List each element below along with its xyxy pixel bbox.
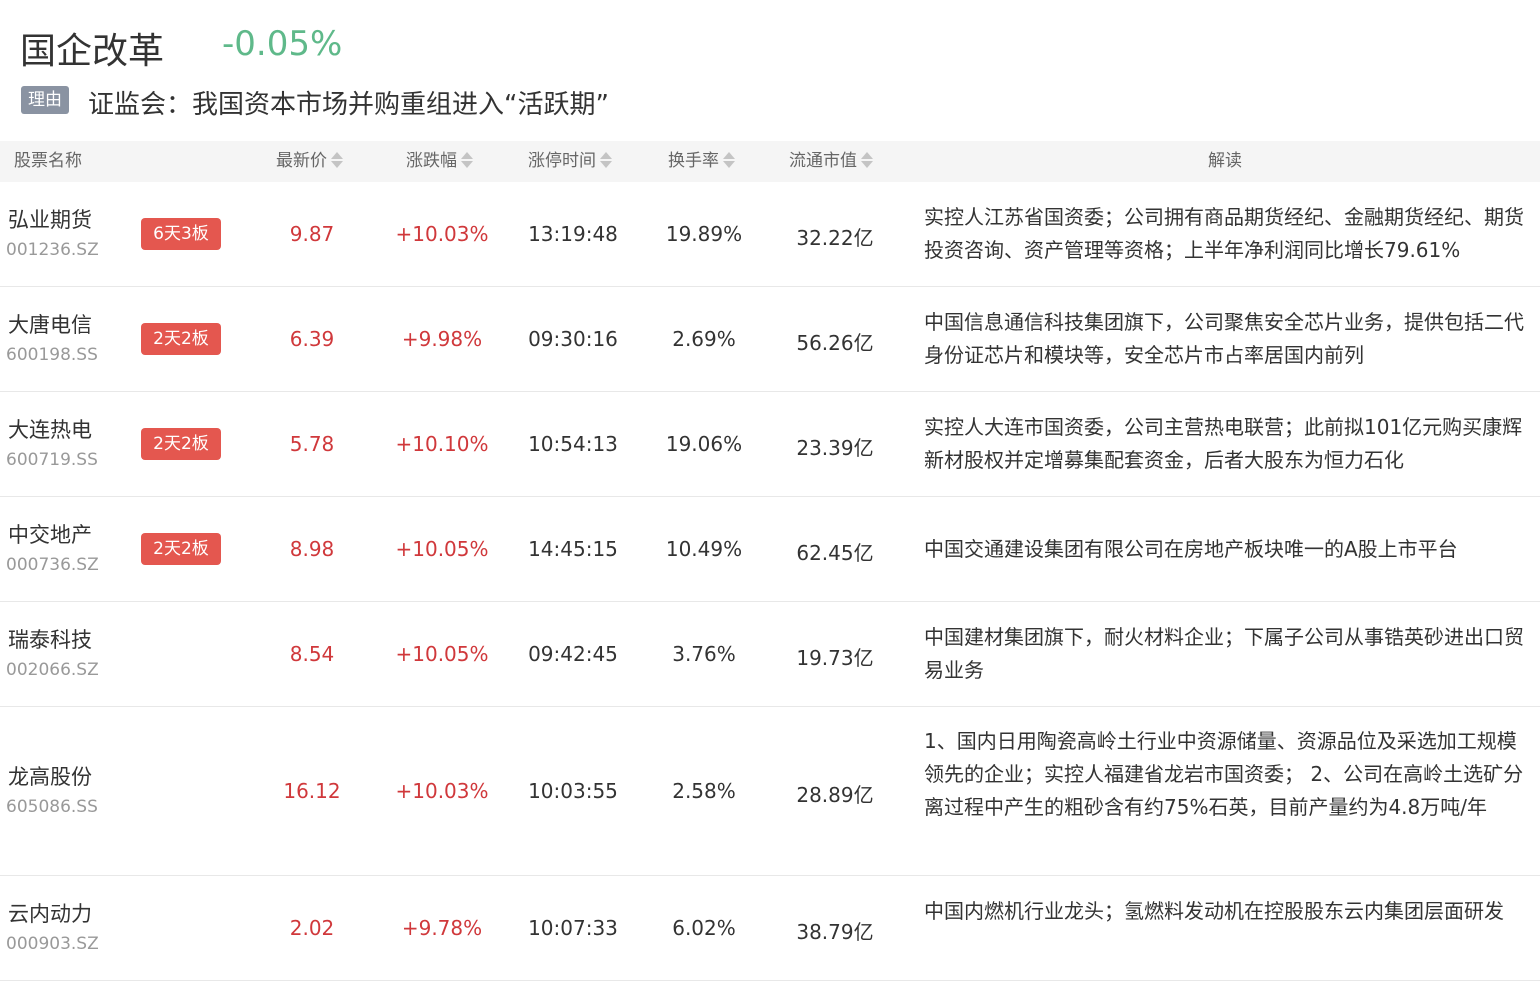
interpretation: 中国交通建设集团有限公司在房地产板块唯一的A股上市平台 xyxy=(924,537,1458,561)
sort-icon[interactable] xyxy=(331,151,343,169)
stock-name[interactable]: 大连热电 xyxy=(8,414,92,444)
column-turnover[interactable]: 换手率 xyxy=(668,141,735,182)
table-row[interactable]: 云内动力 000903.SZ 2.02 +9.78% 10:07:33 6.02… xyxy=(0,876,1540,981)
market-cap: 32.22亿 xyxy=(796,226,874,250)
table-row[interactable]: 大连热电 600719.SS 2天2板 5.78 +10.10% 10:54:1… xyxy=(0,392,1540,497)
change: +10.10% xyxy=(395,432,489,456)
price: 16.12 xyxy=(283,779,341,803)
limit-up-badge: 6天3板 xyxy=(141,218,221,250)
stock-name[interactable]: 云内动力 xyxy=(8,898,92,928)
market-cap: 19.73亿 xyxy=(796,646,874,670)
column-price[interactable]: 最新价 xyxy=(276,141,343,182)
limit-time: 09:42:45 xyxy=(528,642,618,666)
price: 6.39 xyxy=(289,327,335,351)
stock-name[interactable]: 瑞泰科技 xyxy=(8,624,92,654)
table-header: 股票名称 最新价 涨跌幅 涨停时间 换手率 流通市值 解读 xyxy=(0,141,1540,182)
change: +9.78% xyxy=(401,916,483,940)
interpretation: 中国内燃机行业龙头；氢燃料发动机在控股股东云内集团层面研发 xyxy=(924,899,1504,923)
market-cap: 56.26亿 xyxy=(796,331,874,355)
price: 2.02 xyxy=(289,916,335,940)
table-row[interactable]: 弘业期货 001236.SZ 6天3板 9.87 +10.03% 13:19:4… xyxy=(0,182,1540,287)
price: 9.87 xyxy=(289,222,335,246)
limit-up-badge: 2天2板 xyxy=(141,533,221,565)
stock-code: 000903.SZ xyxy=(6,934,99,954)
limit-up-badge: 2天2板 xyxy=(141,323,221,355)
price: 8.98 xyxy=(289,537,335,561)
turnover: 6.02% xyxy=(672,916,736,940)
table-row[interactable]: 大唐电信 600198.SS 2天2板 6.39 +9.98% 09:30:16… xyxy=(0,287,1540,392)
stock-name[interactable]: 龙高股份 xyxy=(8,761,92,791)
market-cap: 62.45亿 xyxy=(796,541,874,565)
stock-code: 600198.SS xyxy=(6,345,98,365)
sort-icon[interactable] xyxy=(461,151,473,169)
stock-code: 605086.SS xyxy=(6,797,98,817)
stock-code: 000736.SZ xyxy=(6,555,99,575)
stock-name[interactable]: 大唐电信 xyxy=(8,309,92,339)
turnover: 2.58% xyxy=(672,779,736,803)
market-cap: 38.79亿 xyxy=(796,920,874,944)
change: +10.05% xyxy=(395,642,489,666)
market-cap: 23.39亿 xyxy=(796,436,874,460)
limit-up-badge: 2天2板 xyxy=(141,428,221,460)
change: +10.03% xyxy=(395,222,489,246)
table-row[interactable]: 瑞泰科技 002066.SZ 8.54 +10.05% 09:42:45 3.7… xyxy=(0,602,1540,707)
stock-table-body: 弘业期货 001236.SZ 6天3板 9.87 +10.03% 13:19:4… xyxy=(0,182,1540,981)
column-interpretation: 解读 xyxy=(1208,151,1242,171)
turnover: 19.89% xyxy=(665,222,743,246)
reason-text: 证监会：我国资本市场并购重组进入“活跃期” xyxy=(88,90,609,120)
turnover: 10.49% xyxy=(665,537,743,561)
sector-name: 国企改革 xyxy=(20,31,165,72)
turnover: 19.06% xyxy=(665,432,743,456)
limit-time: 10:03:55 xyxy=(528,779,618,803)
sort-icon[interactable] xyxy=(600,151,612,169)
interpretation: 中国建材集团旗下，耐火材料企业；下属子公司从事锆英砂进出口贸易业务 xyxy=(924,625,1524,682)
column-change[interactable]: 涨跌幅 xyxy=(406,141,473,182)
interpretation: 实控人大连市国资委，公司主营热电联营；此前拟101亿元购买康辉新材股权并定增募集… xyxy=(924,415,1523,472)
stock-code: 001236.SZ xyxy=(6,240,99,260)
table-row[interactable]: 龙高股份 605086.SS 16.12 +10.03% 10:03:55 2.… xyxy=(0,707,1540,876)
limit-time: 10:07:33 xyxy=(528,916,618,940)
sector-change: -0.05% xyxy=(222,24,343,64)
stock-code: 002066.SZ xyxy=(6,660,99,680)
limit-time: 09:30:16 xyxy=(528,327,618,351)
change: +10.03% xyxy=(395,779,489,803)
column-stock-name: 股票名称 xyxy=(14,151,82,171)
sort-icon[interactable] xyxy=(861,151,873,169)
reason-badge: 理由 xyxy=(21,86,69,114)
change: +9.98% xyxy=(401,327,483,351)
price: 8.54 xyxy=(289,642,335,666)
sort-icon[interactable] xyxy=(723,151,735,169)
column-limit-time[interactable]: 涨停时间 xyxy=(528,141,612,182)
limit-time: 10:54:13 xyxy=(528,432,618,456)
market-cap: 28.89亿 xyxy=(796,783,874,807)
price: 5.78 xyxy=(289,432,335,456)
change: +10.05% xyxy=(395,537,489,561)
column-market-cap[interactable]: 流通市值 xyxy=(789,141,873,182)
interpretation: 1、国内日用陶瓷高岭土行业中资源储量、资源品位及采选加工规模领先的企业；实控人福… xyxy=(924,729,1524,819)
interpretation: 中国信息通信科技集团旗下，公司聚焦安全芯片业务，提供包括二代身份证芯片和模块等，… xyxy=(924,310,1524,367)
limit-time: 14:45:15 xyxy=(528,537,618,561)
interpretation: 实控人江苏省国资委；公司拥有商品期货经纪、金融期货经纪、期货投资咨询、资产管理等… xyxy=(924,205,1524,262)
table-row[interactable]: 中交地产 000736.SZ 2天2板 8.98 +10.05% 14:45:1… xyxy=(0,497,1540,602)
stock-name[interactable]: 中交地产 xyxy=(8,519,92,549)
sector-header: 国企改革 -0.05% 理由 证监会：我国资本市场并购重组进入“活跃期” xyxy=(0,0,1540,140)
turnover: 3.76% xyxy=(672,642,736,666)
limit-time: 13:19:48 xyxy=(528,222,618,246)
turnover: 2.69% xyxy=(672,327,736,351)
stock-code: 600719.SS xyxy=(6,450,98,470)
stock-name[interactable]: 弘业期货 xyxy=(8,204,92,234)
